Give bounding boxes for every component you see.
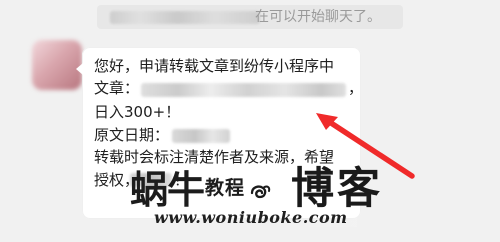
article-label: 文章： (94, 79, 140, 97)
blurred-original-date (172, 129, 230, 143)
message-line-2: 文章： (94, 79, 139, 98)
message-line-1: 您好，申请转载文章到纷传小程序中 (94, 57, 335, 75)
message-line-3: 日入300+！ (94, 103, 181, 121)
avatar[interactable] (32, 40, 82, 90)
bubble-tail (76, 63, 83, 75)
system-notice: 在可以开始聊天了。 (97, 5, 403, 29)
message-line-5: 转载时会标注清楚作者及来源，希望 (94, 148, 335, 166)
system-notice-text: 在可以开始聊天了。 (255, 9, 381, 25)
chat-conversation: 在可以开始聊天了。 您好，申请转载文章到纷传小程序中 文章： ， 日入300+！… (0, 0, 500, 242)
closing-exclamation: ！ (174, 171, 190, 189)
blurred-closing-text (130, 173, 172, 187)
blurred-article-title (141, 83, 346, 97)
message-line-4: 原文日期： (94, 126, 170, 144)
article-title-suffix: ， (348, 79, 364, 97)
blurred-notice-text (110, 11, 260, 24)
red-arrow-icon (316, 113, 415, 179)
